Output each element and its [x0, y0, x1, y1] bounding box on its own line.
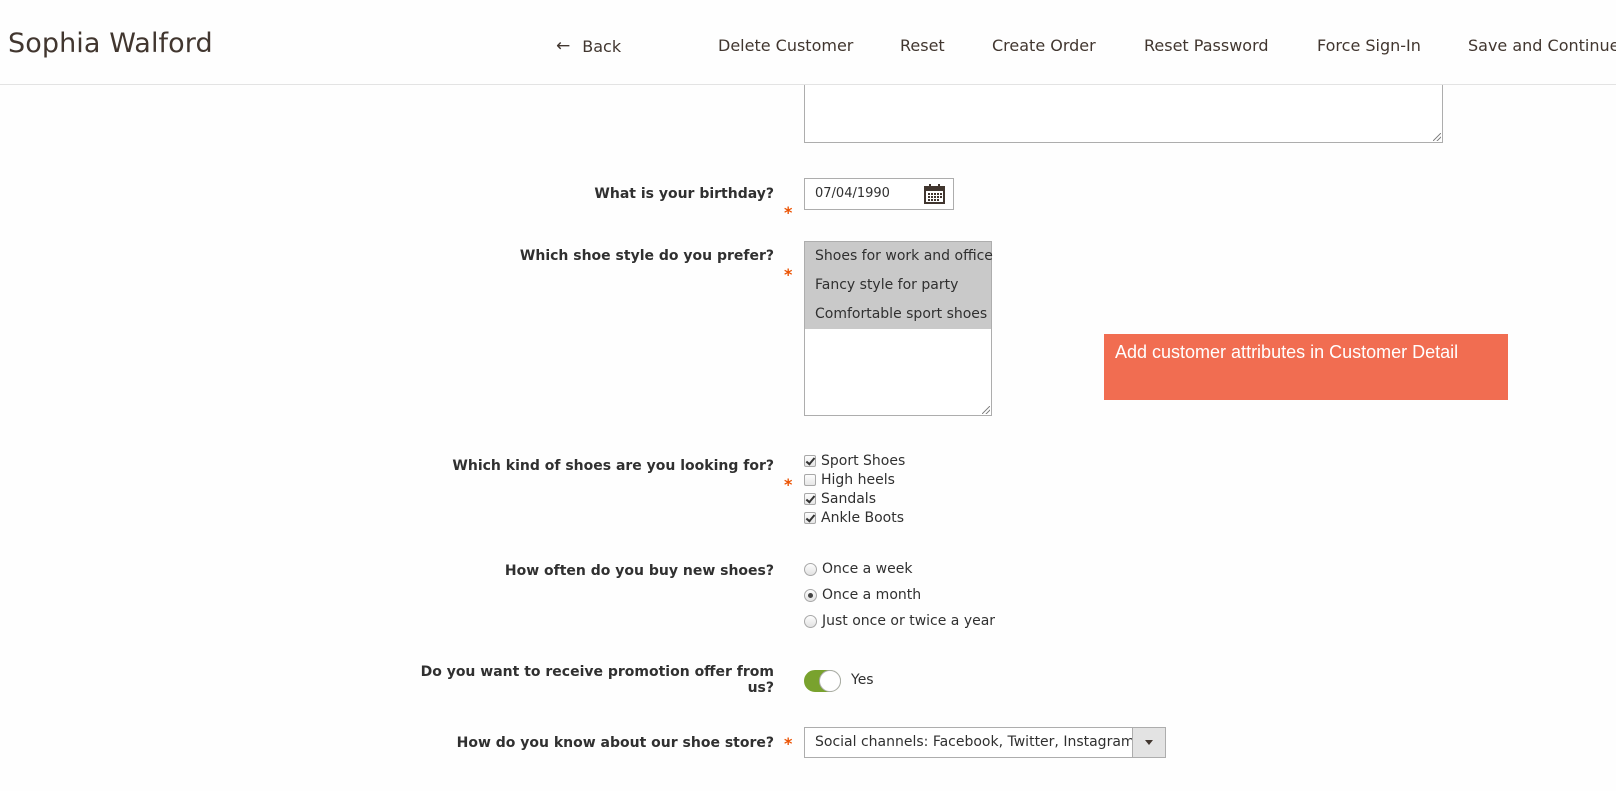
radio-button[interactable] — [804, 588, 817, 602]
checkbox-sandals[interactable]: Sandals — [804, 489, 905, 508]
page-title: Sophia Walford — [8, 28, 213, 59]
frequency-radio-group: Once a week Once a month Just once or tw… — [804, 556, 995, 634]
shoe-style-multiselect[interactable]: Shoes for work and office Fancy style fo… — [804, 241, 993, 416]
required-asterisk: * — [784, 734, 793, 753]
arrow-left-icon: ← — [556, 36, 571, 56]
required-asterisk: * — [784, 265, 793, 284]
source-label: How do you know about our shoe store? — [456, 735, 774, 751]
toggle-knob — [819, 670, 841, 692]
shoe-kind-label: Which kind of shoes are you looking for? — [452, 458, 774, 474]
radio-once-a-month[interactable]: Once a month — [804, 582, 995, 608]
radio-label: Once a month — [822, 587, 922, 603]
required-asterisk: * — [784, 203, 793, 222]
birthday-label: What is your birthday? — [594, 186, 774, 202]
checkbox-label: Sandals — [821, 490, 876, 507]
resize-handle[interactable] — [1433, 133, 1441, 141]
source-select-value: Social channels: Facebook, Twitter, Inst… — [815, 734, 1148, 750]
checkbox-ankle-boots[interactable]: Ankle Boots — [804, 508, 905, 527]
create-order-button[interactable]: Create Order — [992, 36, 1096, 55]
resize-handle[interactable] — [982, 406, 990, 414]
checkbox-label: High heels — [821, 471, 895, 488]
checkbox[interactable] — [804, 473, 816, 486]
checkbox-sport-shoes[interactable]: Sport Shoes — [804, 451, 905, 470]
frequency-label: How often do you buy new shoes? — [504, 563, 774, 579]
checkbox-label: Sport Shoes — [821, 452, 906, 469]
back-label: Back — [582, 36, 622, 56]
save-continue-button[interactable]: Save and Continue Edit — [1468, 36, 1616, 55]
shoe-style-option[interactable]: Shoes for work and office — [805, 242, 993, 271]
shoe-style-option[interactable]: Comfortable sport shoes — [805, 300, 991, 329]
shoe-kind-checkbox-group: Sport Shoes High heels Sandals Ankle Boo… — [804, 451, 905, 527]
shoe-style-option[interactable]: Fancy style for party — [805, 271, 991, 300]
radio-label: Just once or twice a year — [822, 613, 996, 629]
radio-button[interactable] — [804, 562, 817, 576]
promotion-toggle-text: Yes — [851, 672, 874, 688]
required-asterisk: * — [784, 475, 793, 494]
checkbox[interactable] — [804, 511, 816, 524]
checkbox[interactable] — [804, 492, 816, 505]
force-signin-button[interactable]: Force Sign-In — [1317, 36, 1421, 55]
radio-once-a-week[interactable]: Once a week — [804, 556, 995, 582]
radio-button[interactable] — [804, 614, 817, 628]
chevron-down-icon[interactable] — [1132, 728, 1165, 757]
reset-button[interactable]: Reset — [900, 36, 945, 55]
promotion-label-line2: us? — [747, 680, 774, 696]
checkbox-high-heels[interactable]: High heels — [804, 470, 905, 489]
back-button[interactable]: ← Back — [556, 36, 621, 56]
promotion-label: Do you want to receive promotion offer f… — [421, 664, 774, 696]
calendar-icon[interactable] — [924, 184, 945, 204]
delete-customer-button[interactable]: Delete Customer — [718, 36, 853, 55]
birthday-input[interactable]: 07/04/1990 — [804, 178, 954, 210]
radio-once-or-twice-a-year[interactable]: Just once or twice a year — [804, 608, 995, 634]
reset-password-button[interactable]: Reset Password — [1144, 36, 1269, 55]
promotion-label-line1: Do you want to receive promotion offer f… — [420, 664, 774, 680]
annotation-banner: Add customer attributes in Customer Deta… — [1104, 334, 1508, 400]
source-select[interactable]: Social channels: Facebook, Twitter, Inst… — [804, 727, 1166, 758]
shoe-style-label: Which shoe style do you prefer? — [519, 248, 774, 264]
promotion-toggle[interactable] — [804, 670, 841, 692]
birthday-value: 07/04/1990 — [815, 186, 890, 201]
checkbox-label: Ankle Boots — [821, 509, 905, 526]
checkbox[interactable] — [804, 454, 816, 467]
radio-label: Once a week — [822, 561, 913, 577]
page-header: Sophia Walford ← Back Delete Customer Re… — [0, 0, 1616, 85]
